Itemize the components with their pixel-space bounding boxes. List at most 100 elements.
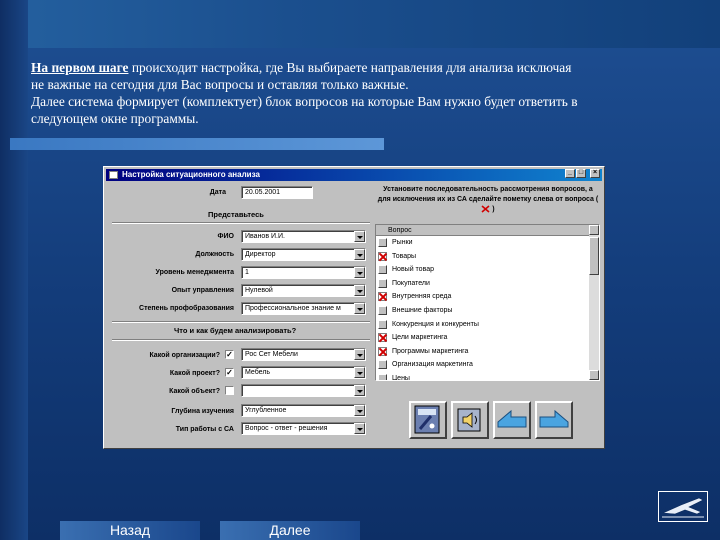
project-checkbox[interactable]: ✓: [225, 368, 234, 377]
list-item[interactable]: Новый товар: [376, 263, 599, 277]
list-item[interactable]: Покупатели: [376, 277, 599, 291]
exclude-checkbox-checked[interactable]: [378, 346, 387, 356]
project-value: Мебель: [245, 369, 271, 376]
work-type-select[interactable]: Вопрос - ответ - решения: [241, 422, 366, 435]
list-item[interactable]: Конкуренция и конкуренты: [376, 318, 599, 332]
exclude-checkbox-checked[interactable]: [378, 333, 387, 343]
exclude-checkbox[interactable]: [378, 319, 387, 329]
question-label: Внутренняя среда: [392, 293, 452, 301]
list-item[interactable]: Цели маркетинга: [376, 331, 599, 345]
list-scrollbar[interactable]: [589, 225, 599, 380]
list-item[interactable]: Организация маркетинга: [376, 358, 599, 372]
experience-label: Опыт управления: [171, 287, 234, 294]
intro-lead: На первом шаге: [31, 60, 129, 75]
airplane-logo-icon: [662, 497, 704, 518]
fio-field[interactable]: Иванов И.И.: [241, 230, 366, 243]
separator: [112, 321, 370, 323]
chevron-down-icon[interactable]: [354, 303, 365, 314]
list-item[interactable]: Внешние факторы: [376, 304, 599, 318]
date-field[interactable]: 20.05.2001: [241, 186, 313, 199]
next-button[interactable]: Далее: [220, 521, 360, 540]
work-type-value: Вопрос - ответ - решения: [245, 425, 328, 432]
list-item[interactable]: Цены: [376, 372, 599, 381]
exclude-checkbox-checked[interactable]: [378, 251, 387, 261]
divider-bar: [10, 138, 384, 150]
question-label: Организация маркетинга: [392, 361, 473, 369]
scroll-thumb[interactable]: [589, 237, 599, 275]
intro-line4: следующем окне программы.: [31, 111, 199, 126]
instruction-end: ): [492, 206, 495, 213]
maximize-button[interactable]: □: [576, 169, 586, 178]
question-label: Внешние факторы: [392, 306, 453, 314]
management-level-select[interactable]: 1: [241, 266, 366, 279]
question-list[interactable]: Вопрос Рынки Товары Новый товар Покупатели В…: [375, 224, 600, 381]
education-select[interactable]: Профессиональное знание м: [241, 302, 366, 315]
forward-arrow-button[interactable]: [535, 401, 573, 439]
object-checkbox[interactable]: [225, 386, 234, 395]
instruction-text: Установите последовательность рассмотрен…: [376, 185, 600, 215]
check-icon: ✓: [226, 368, 233, 377]
close-button[interactable]: ×: [590, 169, 600, 178]
minimize-button[interactable]: _: [565, 169, 575, 178]
exclude-checkbox[interactable]: [378, 265, 387, 275]
chevron-down-icon[interactable]: [354, 349, 365, 360]
scroll-up-button[interactable]: [589, 225, 599, 235]
chevron-down-icon[interactable]: [354, 385, 365, 396]
cross-mark-icon: [481, 205, 490, 213]
back-button[interactable]: Назад: [60, 521, 200, 540]
separator: [112, 339, 370, 341]
speaker-button[interactable]: [451, 401, 489, 439]
work-type-label: Тип работы с СА: [175, 426, 234, 433]
window-title: Настройка ситуационного анализа: [122, 170, 260, 179]
calculator-icon: [414, 405, 440, 434]
speaker-icon: [457, 408, 481, 432]
question-list-header: Вопрос: [376, 225, 599, 236]
chevron-down-icon[interactable]: [354, 285, 365, 296]
organization-checkbox[interactable]: ✓: [225, 350, 234, 359]
header-band: [0, 0, 720, 48]
chevron-down-icon[interactable]: [354, 367, 365, 378]
intro-text: На первом шаге происходит настройка, где…: [31, 59, 701, 127]
object-select[interactable]: [241, 384, 366, 397]
chevron-down-icon[interactable]: [354, 405, 365, 416]
list-item[interactable]: Товары: [376, 250, 599, 264]
position-select[interactable]: Директор: [241, 248, 366, 261]
project-select[interactable]: Мебель: [241, 366, 366, 379]
object-label: Какой объект?: [169, 388, 220, 395]
question-label: Цены: [392, 374, 410, 381]
question-rows: Рынки Товары Новый товар Покупатели Внутренн…: [376, 236, 599, 381]
back-arrow-button[interactable]: [493, 401, 531, 439]
list-item[interactable]: Рынки: [376, 236, 599, 250]
fio-label: ФИО: [217, 233, 234, 240]
exclude-checkbox[interactable]: [378, 360, 387, 370]
exclude-checkbox[interactable]: [378, 238, 387, 247]
exclude-checkbox[interactable]: [378, 373, 387, 380]
question-label: Цели маркетинга: [392, 334, 448, 342]
experience-value: Нулевой: [245, 287, 273, 294]
check-icon: ✓: [226, 350, 233, 359]
exclude-checkbox[interactable]: [378, 305, 387, 315]
list-item[interactable]: Программы маркетинга: [376, 345, 599, 359]
intro-line2: не важные на сегодня для Вас вопросы и о…: [31, 77, 409, 92]
project-label: Какой проект?: [169, 370, 220, 377]
experience-select[interactable]: Нулевой: [241, 284, 366, 297]
chevron-down-icon[interactable]: [354, 423, 365, 434]
window-titlebar[interactable]: Настройка ситуационного анализа: [106, 169, 602, 181]
chevron-down-icon[interactable]: [354, 267, 365, 278]
exclude-checkbox[interactable]: [378, 278, 387, 288]
question-label: Программы маркетинга: [392, 347, 469, 355]
depth-label: Глубина изучения: [171, 408, 234, 415]
list-item[interactable]: Внутренняя среда: [376, 290, 599, 304]
calculator-button[interactable]: [409, 401, 447, 439]
scroll-down-button[interactable]: [589, 370, 599, 380]
management-level-label: Уровень менеджмента: [155, 269, 234, 276]
depth-select[interactable]: Углубленное: [241, 404, 366, 417]
chevron-down-icon[interactable]: [354, 249, 365, 260]
introduce-header: Представьтесь: [208, 210, 264, 219]
organization-select[interactable]: Рос Сет Мебели: [241, 348, 366, 361]
organization-label: Какой организации?: [149, 352, 220, 359]
arrow-right-icon: [539, 409, 569, 428]
chevron-down-icon[interactable]: [354, 231, 365, 242]
question-label: Конкуренция и конкуренты: [392, 320, 479, 328]
exclude-checkbox-checked[interactable]: [378, 292, 387, 302]
